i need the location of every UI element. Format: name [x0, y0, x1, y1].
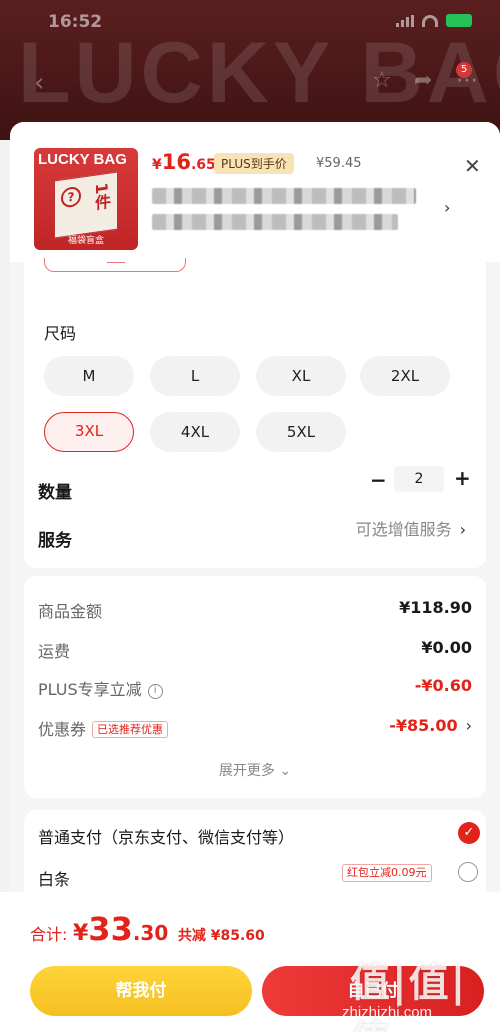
original-price: ¥59.45	[316, 156, 362, 171]
info-icon[interactable]: i	[147, 684, 163, 699]
coupon-value: -¥85.00	[389, 716, 458, 735]
size-label: 尺码	[44, 324, 77, 343]
thumb-foot: 福袋盲盒	[67, 236, 104, 246]
hero-nav: ‹ ☆ ➦ ⋯ 5	[0, 62, 500, 98]
goods-amount-value: ¥118.90	[399, 598, 472, 617]
fee-card: 商品金额 ¥118.90 运费 ¥0.00 PLUS专享立减 i -¥0.60 优…	[24, 576, 486, 798]
status-icons	[396, 14, 472, 27]
favorite-icon[interactable]: ☆	[372, 68, 392, 93]
baitiao-radio[interactable]	[458, 862, 478, 882]
help-pay-button[interactable]: 帮我付	[30, 966, 252, 1016]
shipping-value: ¥0.00	[421, 638, 472, 657]
check-icon[interactable]: ✓	[458, 822, 480, 844]
share-icon[interactable]: ➦	[414, 68, 432, 93]
thumb-piece: 1件	[92, 181, 111, 212]
total-saved: 共减 ¥85.60	[177, 928, 265, 944]
spec-card: 尺码 M L XL 2XL 3XL 4XL 5XL 数量 − 2 + 服务 可选…	[24, 252, 486, 568]
plus-price-tag: PLUS到手价	[214, 153, 294, 174]
shipping-label: 运费	[38, 642, 71, 661]
chevron-right-icon: ›	[465, 716, 472, 735]
product-price: ¥16.65	[152, 150, 216, 174]
chevron-right-icon[interactable]: ›	[444, 198, 450, 217]
shipping-row: 运费 ¥0.00	[38, 638, 472, 662]
quantity-label: 数量	[38, 483, 72, 503]
plus-discount-value: -¥0.60	[414, 676, 472, 695]
plus-discount-label: PLUS专享立减	[38, 680, 142, 699]
baitiao-label: 白条	[38, 870, 71, 889]
plus-discount-row: PLUS专享立减 i -¥0.60	[38, 676, 472, 700]
size-option-5xl[interactable]: 5XL	[256, 412, 346, 452]
product-thumbnail: LUCKY BAG ? 1件 福袋盲盒	[34, 148, 138, 250]
selected-option-edge[interactable]	[44, 258, 186, 272]
normal-payment-option[interactable]: 普通支付（京东支付、微信支付等）	[38, 824, 472, 848]
chevron-down-icon: ⌄	[279, 763, 292, 779]
expand-more-button[interactable]: 展开更多 ⌄	[24, 760, 486, 780]
quantity-minus-button[interactable]: −	[370, 468, 387, 492]
service-value: 可选增值服务	[355, 520, 452, 539]
hero-banner: LUCKY BAG 16:52 ‹ ☆ ➦ ⋯ 5	[0, 0, 500, 140]
close-icon[interactable]: ✕	[464, 154, 481, 178]
total-label: 合计:	[30, 925, 68, 944]
total-amount: 合计: ¥33.30 共减 ¥85.60	[30, 910, 265, 948]
blurred-spec-line	[152, 214, 398, 230]
coupon-tag: 已选推荐优惠	[92, 721, 169, 738]
size-option-xl[interactable]: XL	[256, 356, 346, 396]
quantity-input[interactable]: 2	[394, 466, 444, 492]
box-icon: ? 1件	[54, 171, 118, 239]
watermark: 值|值|值 zhizhizhi.com	[330, 940, 500, 1032]
goods-amount-label: 商品金额	[38, 602, 103, 621]
service-label: 服务	[38, 531, 72, 551]
size-option-4xl[interactable]: 4XL	[150, 412, 240, 452]
wifi-icon	[422, 14, 438, 27]
size-option-m[interactable]: M	[44, 356, 134, 396]
signal-icon	[396, 14, 414, 27]
normal-payment-label: 普通支付（京东支付、微信支付等）	[38, 828, 295, 847]
coupon-row[interactable]: 优惠券 已选推荐优惠 -¥85.00 ›	[38, 716, 472, 740]
back-icon[interactable]: ‹	[34, 68, 44, 98]
service-selector[interactable]: 可选增值服务 ›	[356, 516, 466, 540]
cart-badge: 5	[456, 62, 472, 78]
chevron-right-icon: ›	[459, 520, 466, 539]
status-time: 16:52	[48, 12, 103, 32]
baitiao-tag: 红包立减0.09元	[342, 864, 432, 882]
coupon-value-wrap: -¥85.00 ›	[389, 716, 472, 735]
battery-icon	[446, 14, 472, 27]
goods-amount-row: 商品金额 ¥118.90	[38, 598, 472, 622]
product-header: LUCKY BAG ? 1件 福袋盲盒 ¥16.65 PLUS到手价 ¥59.4…	[10, 122, 500, 262]
coupon-label: 优惠券	[38, 720, 87, 739]
more-icon[interactable]: ⋯ 5	[456, 62, 478, 93]
size-option-2xl[interactable]: 2XL	[360, 356, 450, 396]
question-icon: ?	[61, 185, 81, 209]
quantity-plus-button[interactable]: +	[454, 466, 471, 490]
thumb-title: LUCKY BAG	[38, 151, 127, 168]
blurred-spec-line	[152, 188, 416, 204]
expand-more-label: 展开更多	[218, 763, 275, 779]
watermark-url: zhizhizhi.com	[342, 1004, 433, 1021]
size-option-l[interactable]: L	[150, 356, 240, 396]
size-option-3xl[interactable]: 3XL	[44, 412, 134, 452]
